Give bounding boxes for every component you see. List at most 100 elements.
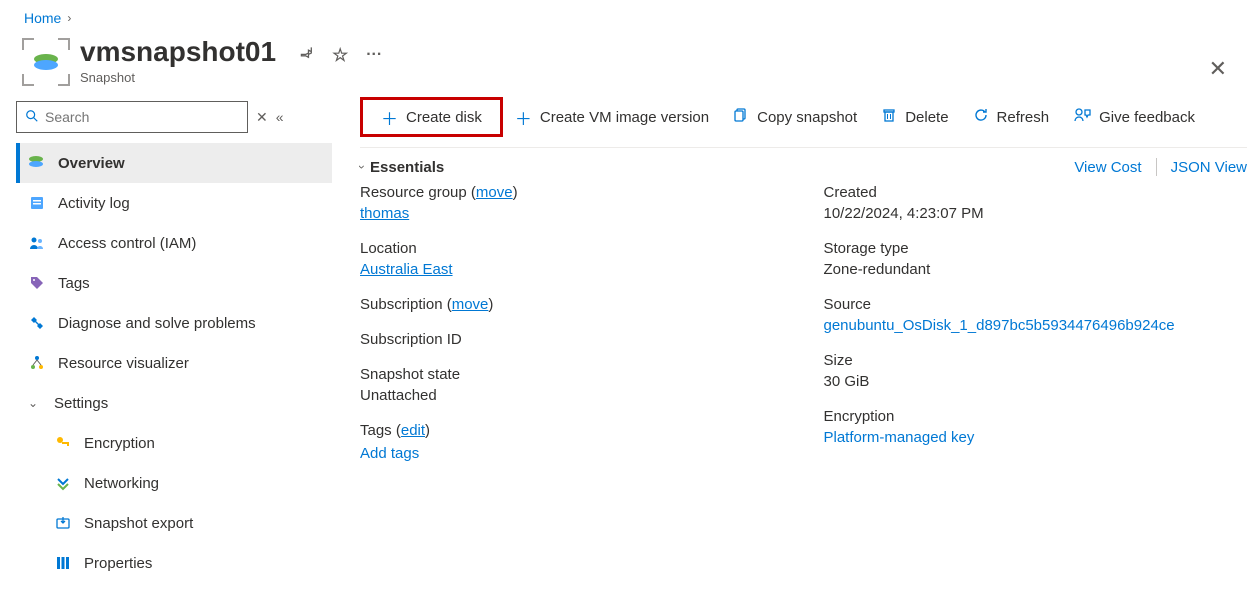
- feedback-button[interactable]: Give feedback: [1061, 101, 1207, 134]
- divider: [1156, 158, 1157, 176]
- visualizer-icon: [28, 354, 46, 372]
- content-pane: ＋ Create disk ＋ Create VM image version …: [332, 93, 1247, 583]
- prop-label: Encryption: [824, 408, 1247, 425]
- sidebar-item-label: Access control (IAM): [58, 235, 320, 252]
- page-header: vmsnapshot01 ☆ ··· Snapshot ✕: [0, 28, 1247, 85]
- prop-label: Source: [824, 296, 1247, 313]
- prop-snapshot-state: Snapshot state Unattached: [360, 366, 784, 404]
- prop-tags: Tags (edit) Add tags: [360, 422, 784, 462]
- sidebar-item-iam[interactable]: Access control (IAM): [16, 223, 332, 263]
- prop-subscription: Subscription (move): [360, 296, 784, 313]
- prop-label: Subscription: [360, 296, 443, 313]
- resource-type-label: Snapshot: [80, 70, 1223, 85]
- create-disk-highlight: ＋ Create disk: [360, 97, 503, 137]
- sidebar-item-label: Networking: [84, 475, 320, 492]
- sidebar-item-tags[interactable]: Tags: [16, 263, 332, 303]
- overview-icon: [28, 154, 46, 172]
- breadcrumb: Home ›: [0, 0, 1247, 28]
- source-link[interactable]: genubuntu_OsDisk_1_d897bc5b5934476496b92…: [824, 317, 1175, 334]
- button-label: Create VM image version: [540, 109, 709, 126]
- favorite-star-icon[interactable]: ☆: [332, 45, 348, 66]
- plus-icon: ＋: [515, 105, 532, 130]
- diagnose-icon: [28, 314, 46, 332]
- search-icon: [25, 109, 39, 126]
- prop-source: Source genubuntu_OsDisk_1_d897bc5b593447…: [824, 296, 1247, 334]
- refresh-button[interactable]: Refresh: [961, 101, 1062, 134]
- sidebar-item-activity-log[interactable]: Activity log: [16, 183, 332, 223]
- collapse-sidebar-icon[interactable]: «: [276, 109, 284, 125]
- sidebar-group-label: Settings: [54, 395, 320, 412]
- button-label: Give feedback: [1099, 109, 1195, 126]
- feedback-icon: [1073, 107, 1091, 128]
- add-tags-link[interactable]: Add tags: [360, 445, 784, 462]
- prop-value: Zone-redundant: [824, 261, 1247, 278]
- button-label: Create disk: [406, 109, 482, 126]
- prop-size: Size 30 GiB: [824, 352, 1247, 390]
- sidebar-item-label: Activity log: [58, 195, 320, 212]
- edit-tags-link[interactable]: edit: [401, 422, 425, 439]
- move-resource-group-link[interactable]: move: [476, 184, 513, 201]
- create-disk-button[interactable]: ＋ Create disk: [369, 99, 494, 136]
- sidebar-item-label: Diagnose and solve problems: [58, 315, 320, 332]
- more-icon[interactable]: ···: [366, 46, 382, 64]
- prop-label: Snapshot state: [360, 366, 784, 383]
- snapshot-resource-icon: [24, 40, 68, 84]
- prop-created: Created 10/22/2024, 4:23:07 PM: [824, 184, 1247, 222]
- prop-value: 30 GiB: [824, 373, 1247, 390]
- properties-col-left: Resource group (move) thomas Location Au…: [360, 184, 784, 464]
- refresh-icon: [973, 107, 989, 128]
- prop-label: Storage type: [824, 240, 1247, 257]
- create-vm-image-button[interactable]: ＋ Create VM image version: [503, 99, 721, 136]
- log-icon: [28, 194, 46, 212]
- sidebar-item-encryption[interactable]: Encryption: [16, 423, 332, 463]
- breadcrumb-home[interactable]: Home: [24, 10, 61, 26]
- search-input[interactable]: [45, 109, 239, 125]
- trash-icon: [881, 107, 897, 128]
- sidebar-item-label: Resource visualizer: [58, 355, 320, 372]
- resource-group-link[interactable]: thomas: [360, 205, 409, 222]
- key-icon: [54, 434, 72, 452]
- sidebar-item-properties[interactable]: Properties: [16, 543, 332, 583]
- delete-button[interactable]: Delete: [869, 101, 960, 134]
- sidebar-item-networking[interactable]: Networking: [16, 463, 332, 503]
- essentials-header[interactable]: › Essentials View Cost JSON View: [360, 148, 1247, 184]
- sidebar-item-snapshot-export[interactable]: Snapshot export: [16, 503, 332, 543]
- location-link[interactable]: Australia East: [360, 261, 453, 278]
- sidebar-item-resource-visualizer[interactable]: Resource visualizer: [16, 343, 332, 383]
- prop-label: Resource group: [360, 184, 467, 201]
- encryption-link[interactable]: Platform-managed key: [824, 429, 975, 446]
- essentials-label: Essentials: [370, 159, 1054, 176]
- move-subscription-link[interactable]: move: [452, 296, 489, 313]
- close-icon[interactable]: ✕: [1209, 56, 1227, 82]
- prop-label: Size: [824, 352, 1247, 369]
- prop-storage-type: Storage type Zone-redundant: [824, 240, 1247, 278]
- sidebar-group-settings[interactable]: ⌄ Settings: [16, 383, 332, 423]
- prop-encryption: Encryption Platform-managed key: [824, 408, 1247, 446]
- sidebar-item-label: Encryption: [84, 435, 320, 452]
- clear-search-icon[interactable]: ✕: [256, 109, 268, 126]
- network-icon: [54, 474, 72, 492]
- prop-subscription-id: Subscription ID: [360, 331, 784, 348]
- prop-label: Created: [824, 184, 1247, 201]
- export-icon: [54, 514, 72, 532]
- copy-icon: [733, 107, 749, 128]
- sidebar-item-label: Snapshot export: [84, 515, 320, 532]
- chevron-right-icon: ›: [67, 11, 71, 25]
- sidebar-search[interactable]: [16, 101, 248, 133]
- properties-col-right: Created 10/22/2024, 4:23:07 PM Storage t…: [824, 184, 1247, 464]
- sidebar-item-diagnose[interactable]: Diagnose and solve problems: [16, 303, 332, 343]
- prop-value: Unattached: [360, 387, 784, 404]
- view-cost-link[interactable]: View Cost: [1074, 159, 1141, 176]
- copy-snapshot-button[interactable]: Copy snapshot: [721, 101, 869, 134]
- tags-label: Tags: [360, 422, 392, 439]
- plus-icon: ＋: [381, 105, 398, 130]
- properties-grid: Resource group (move) thomas Location Au…: [360, 184, 1247, 464]
- prop-resource-group: Resource group (move) thomas: [360, 184, 784, 222]
- pin-icon[interactable]: [293, 42, 319, 68]
- sidebar: ✕ « Overview Activ: [0, 93, 332, 583]
- sidebar-item-overview[interactable]: Overview: [16, 143, 332, 183]
- properties-icon: [54, 554, 72, 572]
- command-bar: ＋ Create disk ＋ Create VM image version …: [360, 93, 1247, 148]
- button-label: Delete: [905, 109, 948, 126]
- json-view-link[interactable]: JSON View: [1171, 159, 1247, 176]
